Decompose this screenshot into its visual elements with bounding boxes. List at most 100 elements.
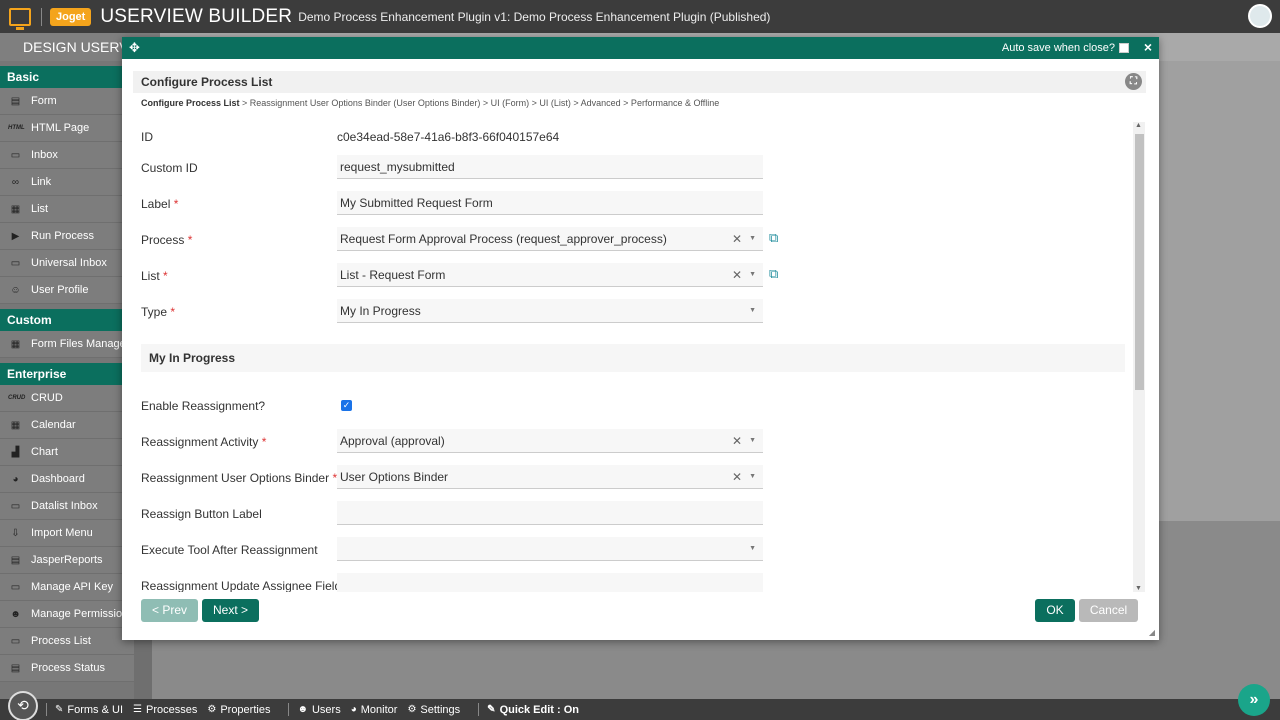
bottom-item-processes[interactable]: ☰ Processes	[133, 704, 197, 716]
sidebar-item-label: Form	[31, 95, 57, 107]
chevrons-right-icon[interactable]: »	[1238, 684, 1270, 716]
bottom-item-forms-ui[interactable]: ✎ Forms & UI	[55, 704, 123, 716]
id-label: ID	[141, 130, 153, 144]
expand-icon[interactable]: ⛶	[1125, 73, 1142, 90]
chevron-down-icon[interactable]: ▼	[749, 429, 756, 452]
list-selected-value: List - Request Form	[340, 268, 446, 282]
panel-title: Configure Process List ⛶	[133, 71, 1146, 93]
chevron-down-icon[interactable]: ▼	[749, 263, 756, 286]
canvas-preview-area	[1156, 61, 1280, 521]
required-marker: *	[163, 269, 168, 283]
list-icon: ☰	[133, 704, 142, 715]
cancel-button[interactable]: Cancel	[1079, 599, 1138, 622]
bottom-item-monitor[interactable]: ◕ Monitor	[351, 704, 398, 716]
scroll-down-icon[interactable]: ▼	[1135, 585, 1142, 592]
inbox-icon: ▭	[10, 257, 21, 269]
reassignment-binder-label-text: Reassignment User Options Binder	[141, 471, 330, 485]
bottom-item-users[interactable]: ☻ Users	[297, 704, 340, 716]
form-scrollbar[interactable]: ▲ ▼	[1133, 122, 1145, 592]
chevron-down-icon[interactable]: ▼	[749, 537, 756, 560]
external-link-icon[interactable]: ⧉	[769, 266, 778, 282]
bottom-item-properties[interactable]: ⚙ Properties	[207, 704, 270, 716]
move-icon[interactable]: ✥	[129, 40, 140, 56]
enable-reassignment-checkbox[interactable]: ✓	[341, 400, 352, 411]
users-icon: ☻	[297, 704, 308, 715]
sidebar-item-label: Form Files Manager	[31, 338, 130, 350]
breadcrumb: Configure Process List > Reassignment Us…	[141, 98, 719, 108]
status-icon: ▤	[10, 662, 21, 674]
type-selected-value: My In Progress	[340, 304, 421, 318]
autosave-checkbox[interactable]	[1119, 43, 1129, 53]
next-button[interactable]: Next >	[202, 599, 259, 622]
bottom-bar: ⟲ ✎ Forms & UI ☰ Processes ⚙ Properties ☻ Us…	[0, 684, 1280, 720]
update-assignee-label: Reassignment Update Assignee Field	[141, 579, 342, 592]
clear-icon[interactable]: ✕	[732, 465, 742, 488]
external-link-icon[interactable]: ⧉	[769, 230, 778, 246]
bottom-item-settings[interactable]: ⚙ Settings	[407, 704, 460, 716]
close-icon[interactable]: ×	[1144, 39, 1152, 55]
chevron-down-icon[interactable]: ▼	[749, 299, 756, 322]
dashboard-icon: ◕	[12, 473, 19, 485]
chart-icon: ▟	[11, 446, 20, 458]
breadcrumb-current[interactable]: Configure Process List	[141, 98, 240, 108]
edit-icon: ✎	[55, 704, 64, 715]
sidebar-item-label: Chart	[31, 446, 58, 458]
reassignment-binder-select[interactable]: User Options Binder ✕ ▼	[337, 465, 763, 489]
type-label-text: Type	[141, 305, 168, 319]
reassignment-binder-value: User Options Binder	[340, 470, 449, 484]
prev-button[interactable]: < Prev	[141, 599, 198, 622]
clear-icon[interactable]: ✕	[732, 263, 742, 286]
report-icon: ▤	[10, 554, 21, 566]
required-marker: *	[261, 435, 267, 449]
joget-home-icon[interactable]: ⟲	[8, 690, 38, 720]
sidebar-item-label: JasperReports	[31, 554, 103, 566]
update-assignee-input[interactable]	[337, 573, 763, 592]
clear-icon[interactable]: ✕	[732, 227, 742, 250]
joget-logo[interactable]: Joget	[50, 7, 92, 26]
reassign-button-label-label: Reassign Button Label	[141, 507, 262, 521]
sidebar-item-label: Manage Permission	[31, 608, 129, 620]
scroll-up-icon[interactable]: ▲	[1135, 122, 1142, 129]
files-icon: ▦	[10, 338, 21, 350]
breadcrumb-trail[interactable]: > Reassignment User Options Binder (User…	[240, 98, 719, 108]
reassign-button-label-input[interactable]	[337, 501, 763, 525]
user-avatar[interactable]	[1248, 4, 1272, 28]
form-area: ID c0e34ead-58e7-41a6-b8f3-66f040157e64 …	[141, 122, 1131, 592]
process-selected-value: Request Form Approval Process (request_a…	[340, 232, 667, 246]
clear-icon[interactable]: ✕	[732, 429, 742, 452]
bottom-item-label: Settings	[420, 703, 461, 716]
list-select[interactable]: List - Request Form ✕ ▼	[337, 263, 763, 287]
scrollbar-thumb[interactable]	[1135, 134, 1144, 390]
chevron-down-icon[interactable]: ▼	[749, 227, 756, 250]
monitor-logo-icon[interactable]	[9, 7, 31, 30]
reassignment-activity-select[interactable]: Approval (approval) ✕ ▼	[337, 429, 763, 453]
sidebar-item-process-status[interactable]: ▤ Process Status	[0, 655, 152, 682]
custom-id-input[interactable]: request_mysubmitted	[337, 155, 763, 179]
bottom-item-label: Users	[311, 703, 341, 716]
process-label-text: Process	[141, 233, 185, 247]
top-bar: Joget USERVIEW BUILDER Demo Process Enha…	[0, 0, 1280, 33]
process-select[interactable]: Request Form Approval Process (request_a…	[337, 227, 763, 251]
user-icon: ☺	[10, 284, 21, 296]
inbox-icon: ▭	[10, 500, 21, 512]
sidebar-item-label: CRUD	[31, 392, 63, 404]
separator	[288, 703, 290, 716]
chevron-down-icon[interactable]: ▼	[749, 465, 756, 488]
resize-handle-icon[interactable]: ◢	[1149, 628, 1155, 637]
execute-tool-select[interactable]: ▼	[337, 537, 763, 561]
quick-edit-toggle[interactable]: ✎ Quick Edit : On	[487, 704, 579, 716]
dashboard-icon: ◕	[350, 704, 357, 715]
reassignment-activity-value: Approval (approval)	[340, 434, 445, 448]
type-select[interactable]: My In Progress ▼	[337, 299, 763, 323]
dialog-title-bar[interactable]: ✥ Auto save when close? ×	[122, 37, 1159, 59]
bottom-item-label: Properties	[220, 703, 271, 716]
autosave-toggle[interactable]: Auto save when close?	[1002, 42, 1129, 54]
sidebar-item-label: User Profile	[31, 284, 89, 296]
reassignment-binder-label: Reassignment User Options Binder *	[141, 471, 337, 485]
process-label: Process *	[141, 233, 192, 247]
ok-button[interactable]: OK	[1035, 599, 1075, 622]
builder-subtitle: Demo Process Enhancement Plugin v1: Demo…	[298, 9, 771, 24]
label-input[interactable]: My Submitted Request Form	[337, 191, 763, 215]
crud-icon: CRUD	[8, 395, 26, 401]
required-marker: *	[173, 197, 179, 211]
